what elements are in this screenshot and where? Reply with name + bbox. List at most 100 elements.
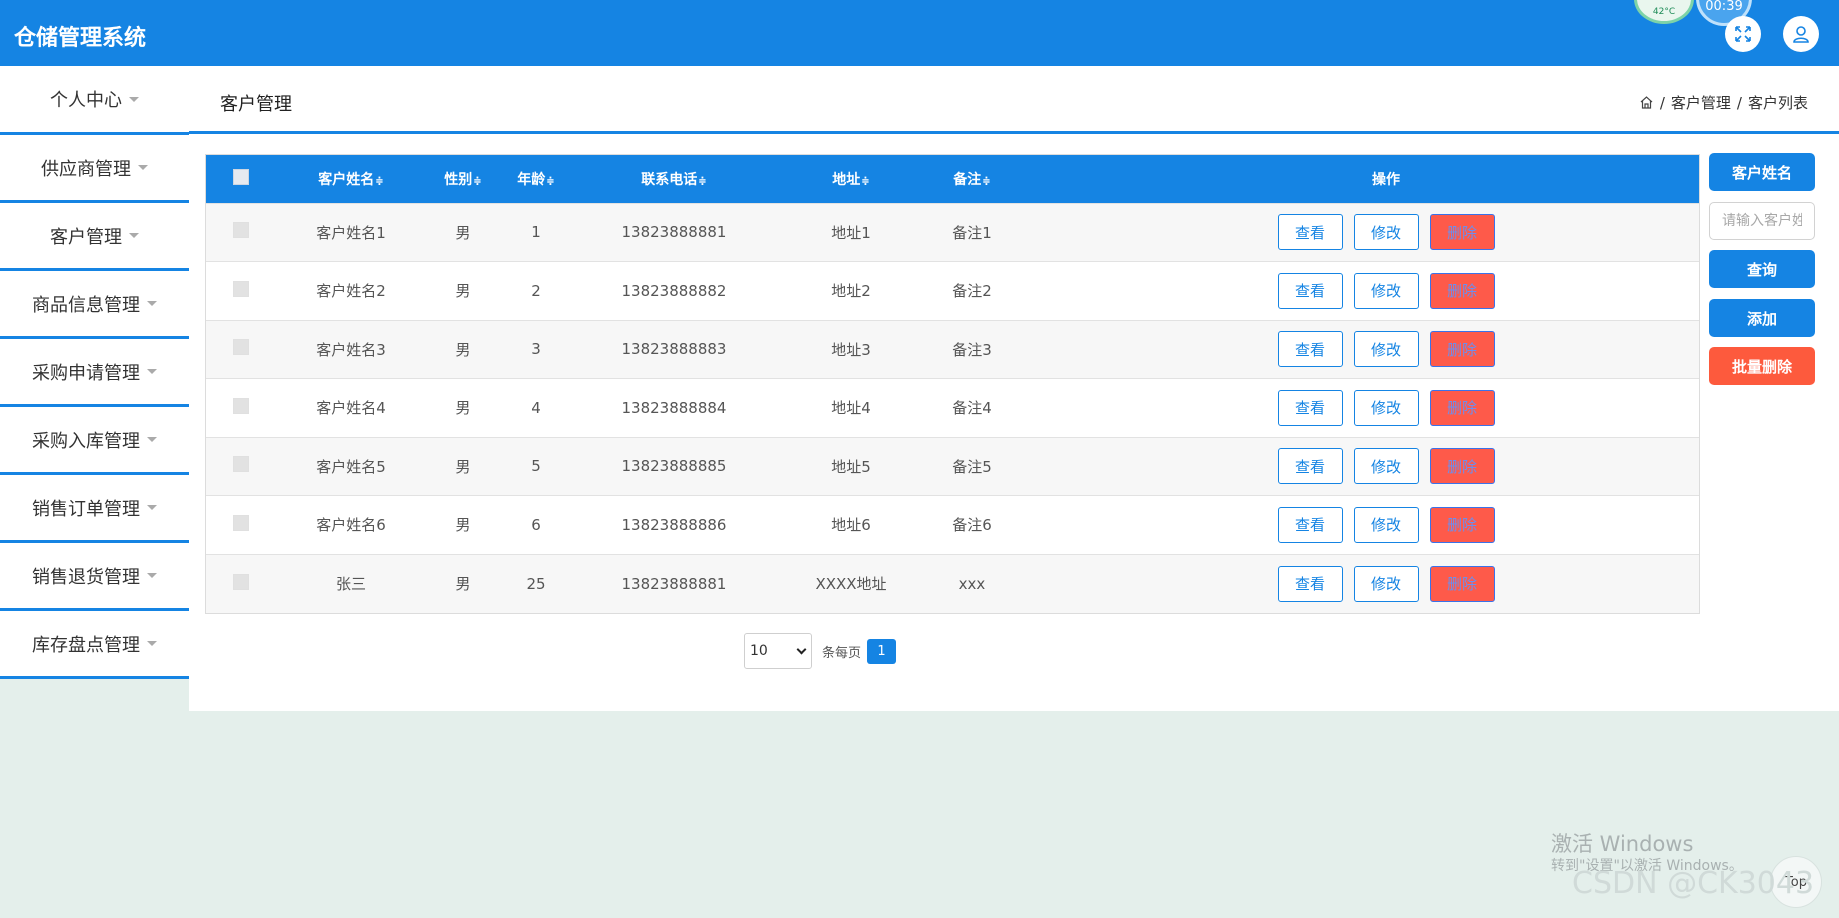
column-header-age[interactable]: 年龄≑: [500, 155, 572, 203]
sidebar-item-label: 采购申请管理: [32, 362, 140, 384]
sidebar-item-personal-center[interactable]: 个人中心: [0, 66, 189, 135]
edit-button[interactable]: 修改: [1353, 214, 1419, 251]
row-checkbox[interactable]: [233, 222, 249, 239]
row-checkbox[interactable]: [233, 573, 249, 590]
batch-delete-button[interactable]: 批量删除: [1709, 347, 1815, 385]
cell-age: 3: [531, 340, 541, 359]
sidebar-item-purchase-request[interactable]: 采购申请管理: [0, 339, 189, 407]
breadcrumb-item[interactable]: 客户管理: [1671, 92, 1731, 113]
column-header-phone[interactable]: 联系电话≑: [572, 155, 776, 203]
page-button-current[interactable]: 1: [867, 638, 897, 664]
view-button[interactable]: 查看: [1277, 448, 1343, 485]
cell-address: 地址2: [831, 282, 871, 301]
caret-down-icon: [138, 165, 148, 170]
caret-down-icon: [147, 437, 157, 442]
cell-address: 地址4: [831, 399, 871, 418]
view-button[interactable]: 查看: [1277, 389, 1343, 426]
fullscreen-button[interactable]: [1725, 16, 1761, 52]
column-header-name[interactable]: 客户姓名≑: [276, 155, 426, 203]
edit-button[interactable]: 修改: [1353, 506, 1419, 543]
row-checkbox[interactable]: [233, 280, 249, 297]
view-button[interactable]: 查看: [1277, 565, 1343, 602]
windows-activation-title: 激活 Windows: [1551, 832, 1694, 856]
cell-note: 备注5: [952, 457, 992, 476]
cell-note: xxx: [958, 574, 986, 593]
row-checkbox[interactable]: [233, 514, 249, 531]
select-all-checkbox[interactable]: [233, 168, 249, 185]
cell-phone: 13823888882: [621, 281, 727, 300]
column-header-gender[interactable]: 性别≑: [426, 155, 500, 203]
cell-address: XXXX地址: [815, 575, 887, 593]
sort-icon: ≑: [982, 175, 991, 187]
cell-address: 地址3: [831, 340, 871, 359]
breadcrumb-separator: /: [1736, 93, 1742, 112]
csdn-watermark: CSDN @CK3043: [1572, 866, 1815, 901]
sidebar-item-label: 商品信息管理: [32, 294, 140, 316]
sort-icon: ≑: [861, 175, 870, 187]
view-button[interactable]: 查看: [1277, 272, 1343, 309]
app-header: 仓储管理系统 42°C 00:39: [0, 0, 1839, 66]
edit-button[interactable]: 修改: [1353, 331, 1419, 368]
table-row: 客户姓名6 男 6 13823888886 地址6 备注6 查看 修改 删除: [206, 495, 1699, 554]
edit-button[interactable]: 修改: [1353, 272, 1419, 309]
expand-icon: [1735, 26, 1751, 42]
sort-icon: ≑: [698, 175, 707, 187]
app-title: 仓储管理系统: [14, 26, 147, 51]
sidebar-item-label: 个人中心: [50, 90, 122, 111]
cell-note: 备注1: [952, 223, 992, 242]
breadcrumb: / 客户管理 / 客户列表: [1639, 92, 1808, 113]
delete-button[interactable]: 删除: [1429, 389, 1495, 426]
caret-down-icon: [147, 505, 157, 510]
column-header-address[interactable]: 地址≑: [776, 155, 926, 203]
table-row: 客户姓名2 男 2 13823888882 地址2 备注2 查看 修改 删除: [206, 261, 1699, 320]
caret-down-icon: [147, 369, 157, 374]
delete-button[interactable]: 删除: [1429, 272, 1495, 309]
cell-address: 地址1: [831, 223, 871, 242]
delete-button[interactable]: 删除: [1429, 214, 1495, 251]
caret-down-icon: [129, 96, 139, 102]
delete-button[interactable]: 删除: [1429, 331, 1495, 368]
table-row: 客户姓名4 男 4 13823888884 地址4 备注4 查看 修改 删除: [206, 378, 1699, 437]
cell-note: 备注2: [952, 282, 992, 301]
view-button[interactable]: 查看: [1277, 506, 1343, 543]
user-button[interactable]: [1783, 16, 1819, 52]
view-button[interactable]: 查看: [1277, 214, 1343, 251]
page-header: 客户管理 / 客户管理 / 客户列表: [189, 66, 1839, 134]
cell-phone: 13823888881: [621, 574, 727, 593]
row-checkbox[interactable]: [233, 339, 249, 356]
query-button[interactable]: 查询: [1709, 250, 1815, 288]
edit-button[interactable]: 修改: [1353, 448, 1419, 485]
edit-button[interactable]: 修改: [1353, 565, 1419, 602]
cell-note: 备注3: [952, 340, 992, 359]
page-size-select[interactable]: 10: [744, 633, 812, 669]
home-icon[interactable]: [1639, 95, 1654, 110]
edit-button[interactable]: 修改: [1353, 389, 1419, 426]
cell-phone: 13823888884: [621, 398, 727, 417]
add-button[interactable]: 添加: [1709, 299, 1815, 337]
cell-gender: 男: [455, 516, 471, 535]
row-checkbox[interactable]: [233, 397, 249, 414]
column-header-note[interactable]: 备注≑: [926, 155, 1018, 203]
view-button[interactable]: 查看: [1277, 331, 1343, 368]
sidebar-item-sales-order[interactable]: 销售订单管理: [0, 475, 189, 543]
sidebar-item-product[interactable]: 商品信息管理: [0, 271, 189, 339]
cell-phone: 13823888886: [621, 515, 727, 534]
sidebar-item-purchase-inbound[interactable]: 采购入库管理: [0, 407, 189, 475]
sidebar-item-inventory-check[interactable]: 库存盘点管理: [0, 611, 189, 679]
row-checkbox[interactable]: [233, 456, 249, 473]
pagination: 10 条每页 1: [744, 633, 897, 669]
delete-button[interactable]: 删除: [1429, 506, 1495, 543]
sidebar-item-label: 销售订单管理: [32, 498, 140, 520]
per-page-label: 条每页: [822, 645, 862, 661]
sort-icon: ≑: [546, 175, 555, 187]
sort-icon: ≑: [375, 175, 384, 187]
cell-phone: 13823888883: [621, 340, 727, 359]
cell-name: 客户姓名6: [316, 516, 386, 535]
customer-name-search-input[interactable]: [1709, 202, 1815, 240]
sidebar-item-supplier[interactable]: 供应商管理: [0, 135, 189, 203]
cell-age: 6: [531, 515, 541, 534]
sidebar-item-sales-return[interactable]: 销售退货管理: [0, 543, 189, 611]
delete-button[interactable]: 删除: [1429, 448, 1495, 485]
delete-button[interactable]: 删除: [1429, 565, 1495, 602]
sidebar-item-customer[interactable]: 客户管理: [0, 203, 189, 271]
